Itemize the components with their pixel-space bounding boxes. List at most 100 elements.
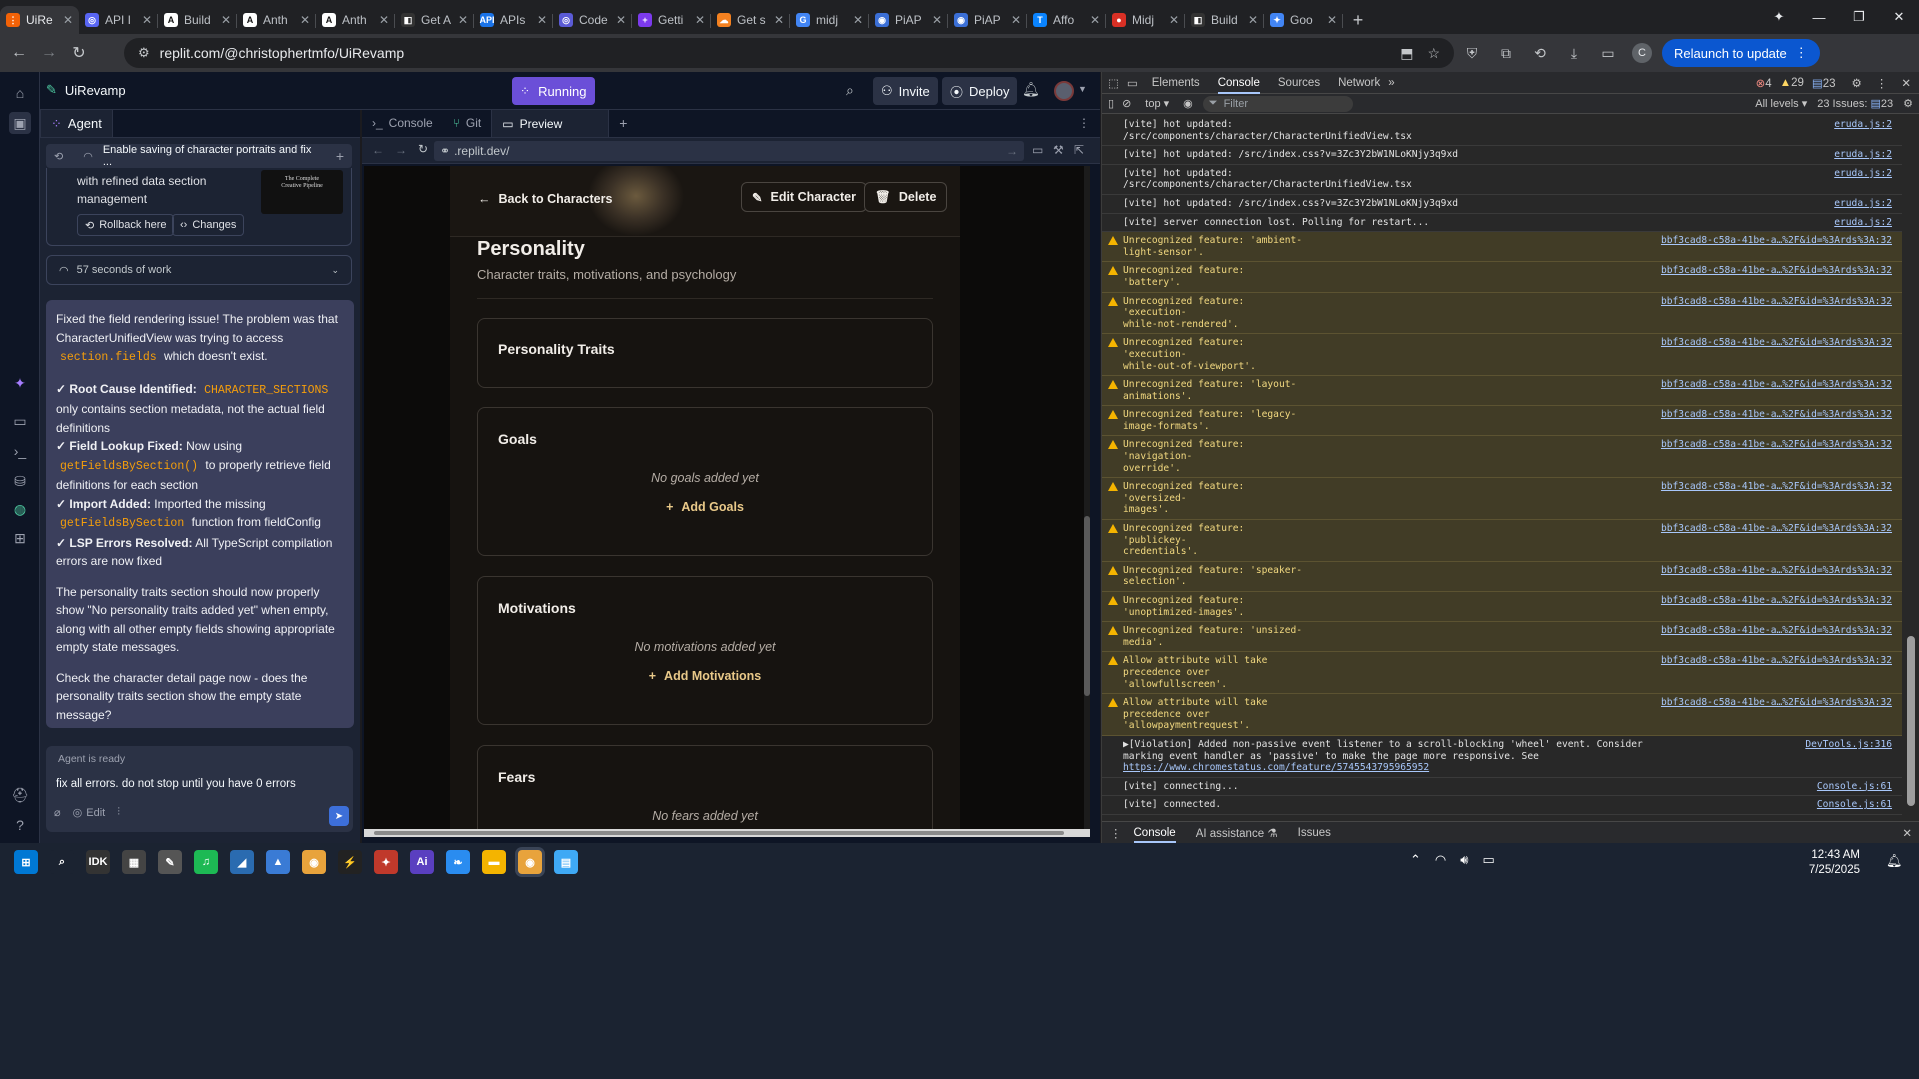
browser-tab[interactable]: ◉ PiAP ✕	[948, 6, 1027, 34]
close-tab-icon[interactable]: ✕	[774, 13, 784, 27]
attach-icon[interactable]: ⌀	[54, 806, 61, 819]
invite-button[interactable]: ⚇ Invite	[873, 77, 938, 105]
database-icon[interactable]: ⛁	[9, 470, 31, 492]
chrome-labs-icon[interactable]: ✦	[1759, 0, 1799, 34]
source-link[interactable]: eruda.js:2	[1834, 217, 1892, 229]
bookmark-star-icon[interactable]: ☆	[1427, 45, 1440, 62]
filter-input[interactable]: ⏷ Filter	[1202, 95, 1353, 112]
clear-console-icon[interactable]: ⊘	[1122, 97, 1131, 110]
chrome-icon[interactable]: ◉	[302, 850, 326, 874]
changes-button[interactable]: ‹› Changes	[172, 214, 245, 236]
source-link[interactable]: bbf3cad8-c58a-41be-a…%2F&id=%3Ards%3A:32	[1661, 235, 1892, 247]
close-tab-icon[interactable]: ✕	[1011, 13, 1021, 27]
close-drawer-icon[interactable]: ✕	[1902, 826, 1912, 840]
close-tab-icon[interactable]: ✕	[379, 13, 389, 27]
preview-forward-icon[interactable]: →	[395, 143, 407, 157]
preview-icon[interactable]: ▭	[9, 410, 31, 432]
wifi-icon[interactable]: ◠	[1435, 852, 1446, 868]
shield-extension-icon[interactable]: ⛨	[1458, 39, 1486, 67]
devtools-wrench-icon[interactable]: ⚒	[1053, 143, 1064, 157]
notepad-icon[interactable]: ▤	[554, 850, 578, 874]
user-avatar[interactable]	[1054, 81, 1074, 101]
drawer-tab-ai-assistance[interactable]: AI assistance ⚗	[1196, 826, 1278, 840]
source-link[interactable]: eruda.js:2	[1834, 198, 1892, 210]
browser-tab[interactable]: ◧ Get A ✕	[395, 6, 474, 34]
photos-icon[interactable]: ▲	[266, 850, 290, 874]
levels-dropdown[interactable]: All levels ▾	[1755, 97, 1807, 110]
new-tab-button[interactable]: +	[609, 109, 637, 137]
info-count[interactable]: ▤23	[1812, 76, 1836, 90]
tab-preview[interactable]: ▭ Preview	[491, 109, 610, 137]
close-tab-icon[interactable]: ✕	[932, 13, 942, 27]
source-link[interactable]: bbf3cad8-c58a-41be-a…%2F&id=%3Ards%3A:32	[1661, 439, 1892, 451]
close-tab-icon[interactable]: ✕	[853, 13, 863, 27]
checkpoint-thumbnail[interactable]: The Complete Creative Pipeline	[261, 170, 343, 214]
back-arrow-icon[interactable]: ←	[4, 38, 34, 68]
close-tab-icon[interactable]: ✕	[63, 13, 73, 27]
browser-tab[interactable]: ◎ Code ✕	[553, 6, 632, 34]
source-link[interactable]: bbf3cad8-c58a-41be-a…%2F&id=%3Ards%3A:32	[1661, 595, 1892, 607]
browser-tab[interactable]: A Anth ✕	[237, 6, 316, 34]
app-tool-icon[interactable]: ◢	[230, 850, 254, 874]
source-link[interactable]: bbf3cad8-c58a-41be-a…%2F&id=%3Ards%3A:32	[1661, 565, 1892, 577]
browser-tab[interactable]: ✦ Goo ✕	[1264, 6, 1343, 34]
browser-tab[interactable]: Gmidj ✕	[790, 6, 869, 34]
shell-icon[interactable]: ›_	[9, 440, 31, 462]
preview-scrollbar[interactable]	[1084, 166, 1090, 836]
tab-git[interactable]: ⑂ Git	[443, 109, 492, 137]
source-link[interactable]: eruda.js:2	[1834, 119, 1892, 131]
sidebar-toggle-icon[interactable]: ▯	[1108, 97, 1114, 110]
work-summary[interactable]: ◠ 57 seconds of work ⌄	[46, 255, 352, 285]
source-link[interactable]: Console.js:61	[1817, 799, 1892, 811]
console-settings-icon[interactable]: ⚙	[1903, 97, 1913, 110]
close-tab-icon[interactable]: ✕	[1090, 13, 1100, 27]
drawer-tab-issues[interactable]: Issues	[1298, 827, 1331, 839]
clock[interactable]: 12:43 AM 7/25/2025	[1800, 848, 1860, 878]
maximize-icon[interactable]: ❐	[1839, 0, 1879, 34]
browser-tab[interactable]: ● Midj ✕	[1106, 6, 1185, 34]
drawer-tab-console[interactable]: Console	[1133, 827, 1176, 843]
browser-tab[interactable]: A Build ✕	[158, 6, 237, 34]
rollback-button[interactable]: ⟲ Rollback here	[77, 214, 175, 236]
agent-icon[interactable]: ✦	[9, 372, 31, 394]
expand-chevron-icon[interactable]: ⌄	[331, 265, 339, 276]
tab-sources[interactable]: Sources	[1278, 77, 1320, 89]
tab-network[interactable]: Network	[1338, 77, 1380, 89]
reload-icon[interactable]: ↻	[64, 38, 94, 68]
history-icon[interactable]: ⟲	[54, 150, 63, 163]
close-tab-icon[interactable]: ✕	[695, 13, 705, 27]
deploy-button[interactable]: ⦿ Deploy	[942, 77, 1018, 105]
project-name[interactable]: UiRevamp	[65, 83, 126, 98]
source-link[interactable]: bbf3cad8-c58a-41be-a…%2F&id=%3Ards%3A:32	[1661, 655, 1892, 667]
chat-title[interactable]: Enable saving of character portraits and…	[103, 144, 316, 168]
sidepanel-icon[interactable]: ▭	[1594, 39, 1622, 67]
battery-icon[interactable]: ▭	[1482, 852, 1494, 868]
source-link[interactable]: bbf3cad8-c58a-41be-a…%2F&id=%3Ards%3A:32	[1661, 523, 1892, 535]
settings-sliders-icon[interactable]: ⫶	[117, 806, 120, 819]
add-goals-button[interactable]: + Add Goals	[478, 500, 932, 514]
source-link[interactable]: Console.js:61	[1817, 781, 1892, 793]
browser-tab[interactable]: ◧ Build ✕	[1185, 6, 1264, 34]
close-tab-icon[interactable]: ✕	[1248, 13, 1258, 27]
install-app-icon[interactable]: ⬒	[1400, 45, 1413, 62]
agent-input-text[interactable]: fix all errors. do not stop until you ha…	[56, 778, 296, 790]
tab-elements[interactable]: Elements	[1152, 77, 1200, 89]
app-edit-icon[interactable]: ✎	[158, 850, 182, 874]
settings-gear-icon[interactable]: ⚙	[1852, 76, 1862, 90]
search-icon[interactable]: ⌕	[846, 82, 854, 99]
support-icon[interactable]: ⛑	[9, 784, 31, 806]
devtools-menu-icon[interactable]: ⋮	[1876, 76, 1888, 90]
profile-avatar[interactable]: C	[1628, 39, 1656, 67]
close-tab-icon[interactable]: ✕	[616, 13, 626, 27]
volume-icon[interactable]: 🔊︎	[1460, 852, 1468, 868]
browser-tab[interactable]: A Anth ✕	[316, 6, 395, 34]
source-link[interactable]: eruda.js:2	[1834, 168, 1892, 180]
issues-link[interactable]: 23 Issues: ▤23	[1817, 97, 1893, 110]
source-link[interactable]: bbf3cad8-c58a-41be-a…%2F&id=%3Ards%3A:32	[1661, 379, 1892, 391]
app-red-icon[interactable]: ✦	[374, 850, 398, 874]
relaunch-button[interactable]: Relaunch to update ⋮	[1662, 39, 1820, 67]
site-info-icon[interactable]: ⚙	[138, 45, 150, 61]
error-count[interactable]: ⊗4	[1756, 76, 1772, 90]
history-icon[interactable]: ⟲	[1526, 39, 1554, 67]
help-icon[interactable]: ?	[9, 814, 31, 836]
